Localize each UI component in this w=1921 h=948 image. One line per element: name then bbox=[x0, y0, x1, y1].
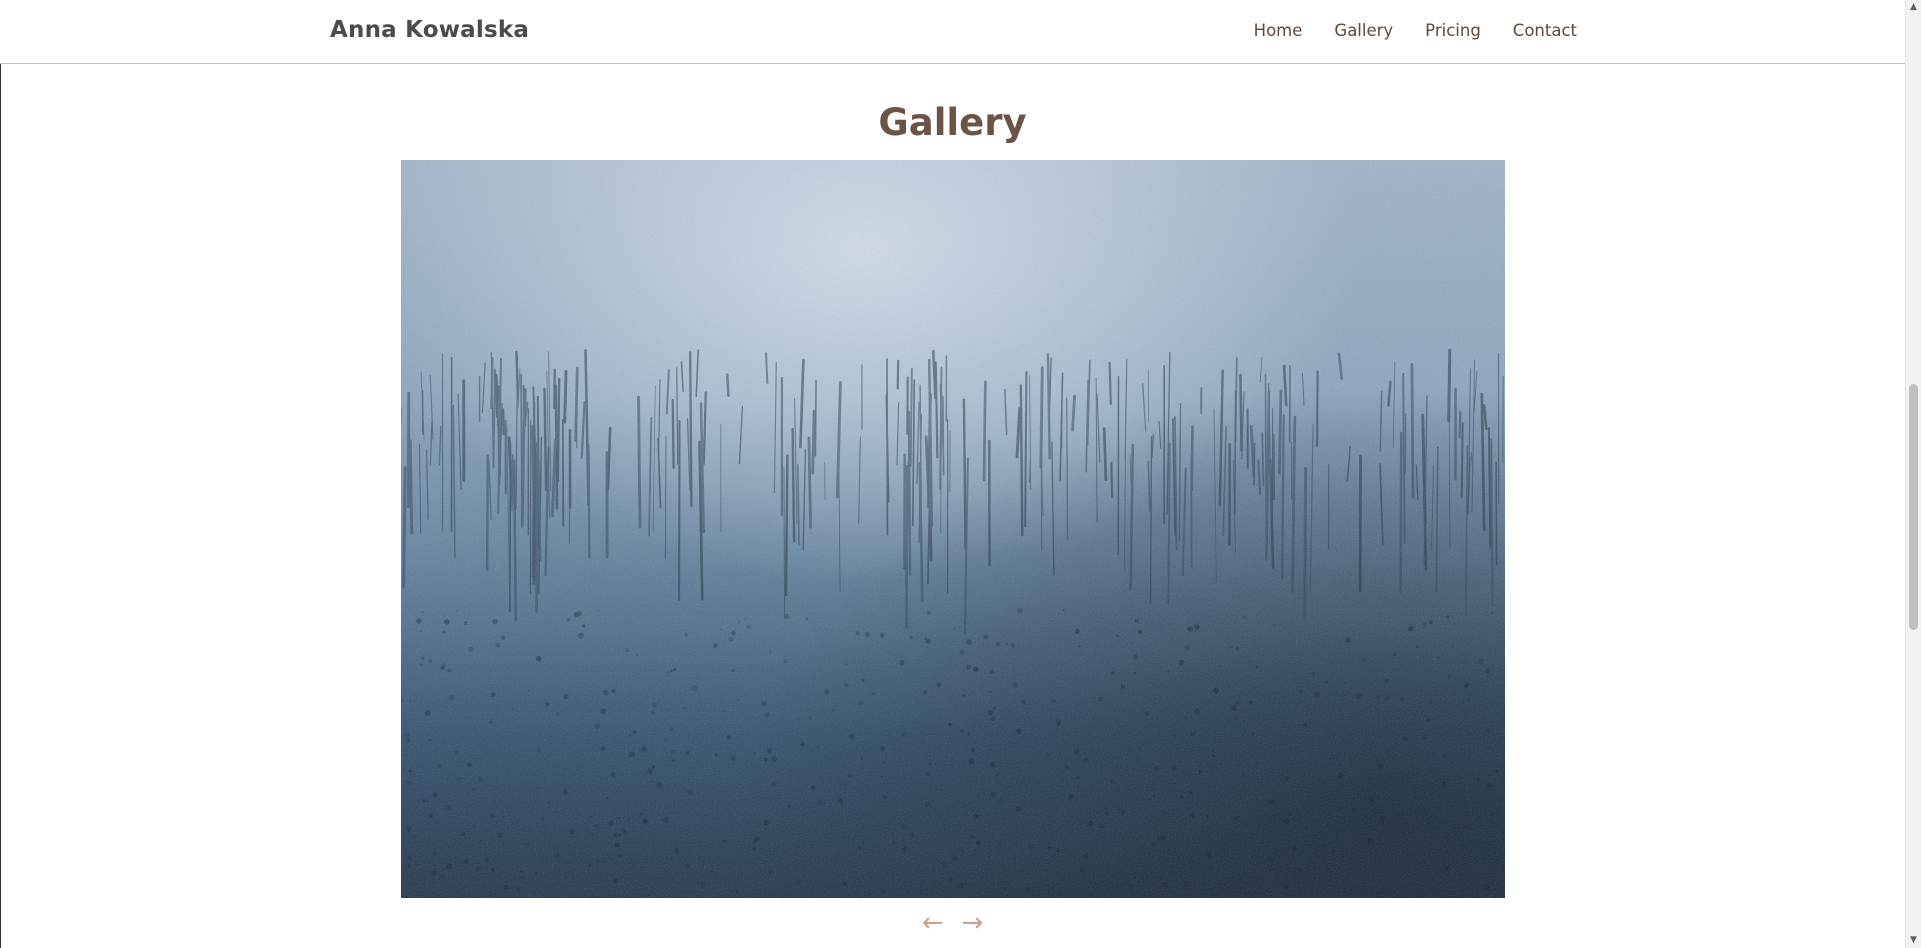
scroll-down-icon[interactable]: ▼ bbox=[1906, 933, 1921, 948]
gallery-artwork bbox=[401, 160, 1505, 898]
scroll-up-icon[interactable]: ▲ bbox=[1906, 0, 1921, 15]
site-brand[interactable]: Anna Kowalska bbox=[330, 17, 529, 43]
scroll-thumb[interactable] bbox=[1909, 384, 1918, 630]
vertical-scrollbar[interactable]: ▲ ▼ bbox=[1905, 0, 1921, 948]
gallery-title: Gallery bbox=[878, 101, 1027, 144]
site-header: Anna Kowalska Home Gallery Pricing Conta… bbox=[0, 0, 1905, 64]
main-nav: Home Gallery Pricing Contact bbox=[1254, 21, 1577, 40]
gallery-image bbox=[401, 160, 1505, 898]
gallery-controls: ← → bbox=[0, 910, 1905, 936]
page: Anna Kowalska Home Gallery Pricing Conta… bbox=[0, 0, 1921, 948]
nav-home[interactable]: Home bbox=[1254, 21, 1303, 40]
nav-pricing[interactable]: Pricing bbox=[1425, 21, 1481, 40]
arrow-left-icon[interactable]: ← bbox=[922, 910, 944, 936]
arrow-right-icon[interactable]: → bbox=[962, 910, 984, 936]
nav-gallery[interactable]: Gallery bbox=[1334, 21, 1393, 40]
nav-contact[interactable]: Contact bbox=[1513, 21, 1577, 40]
